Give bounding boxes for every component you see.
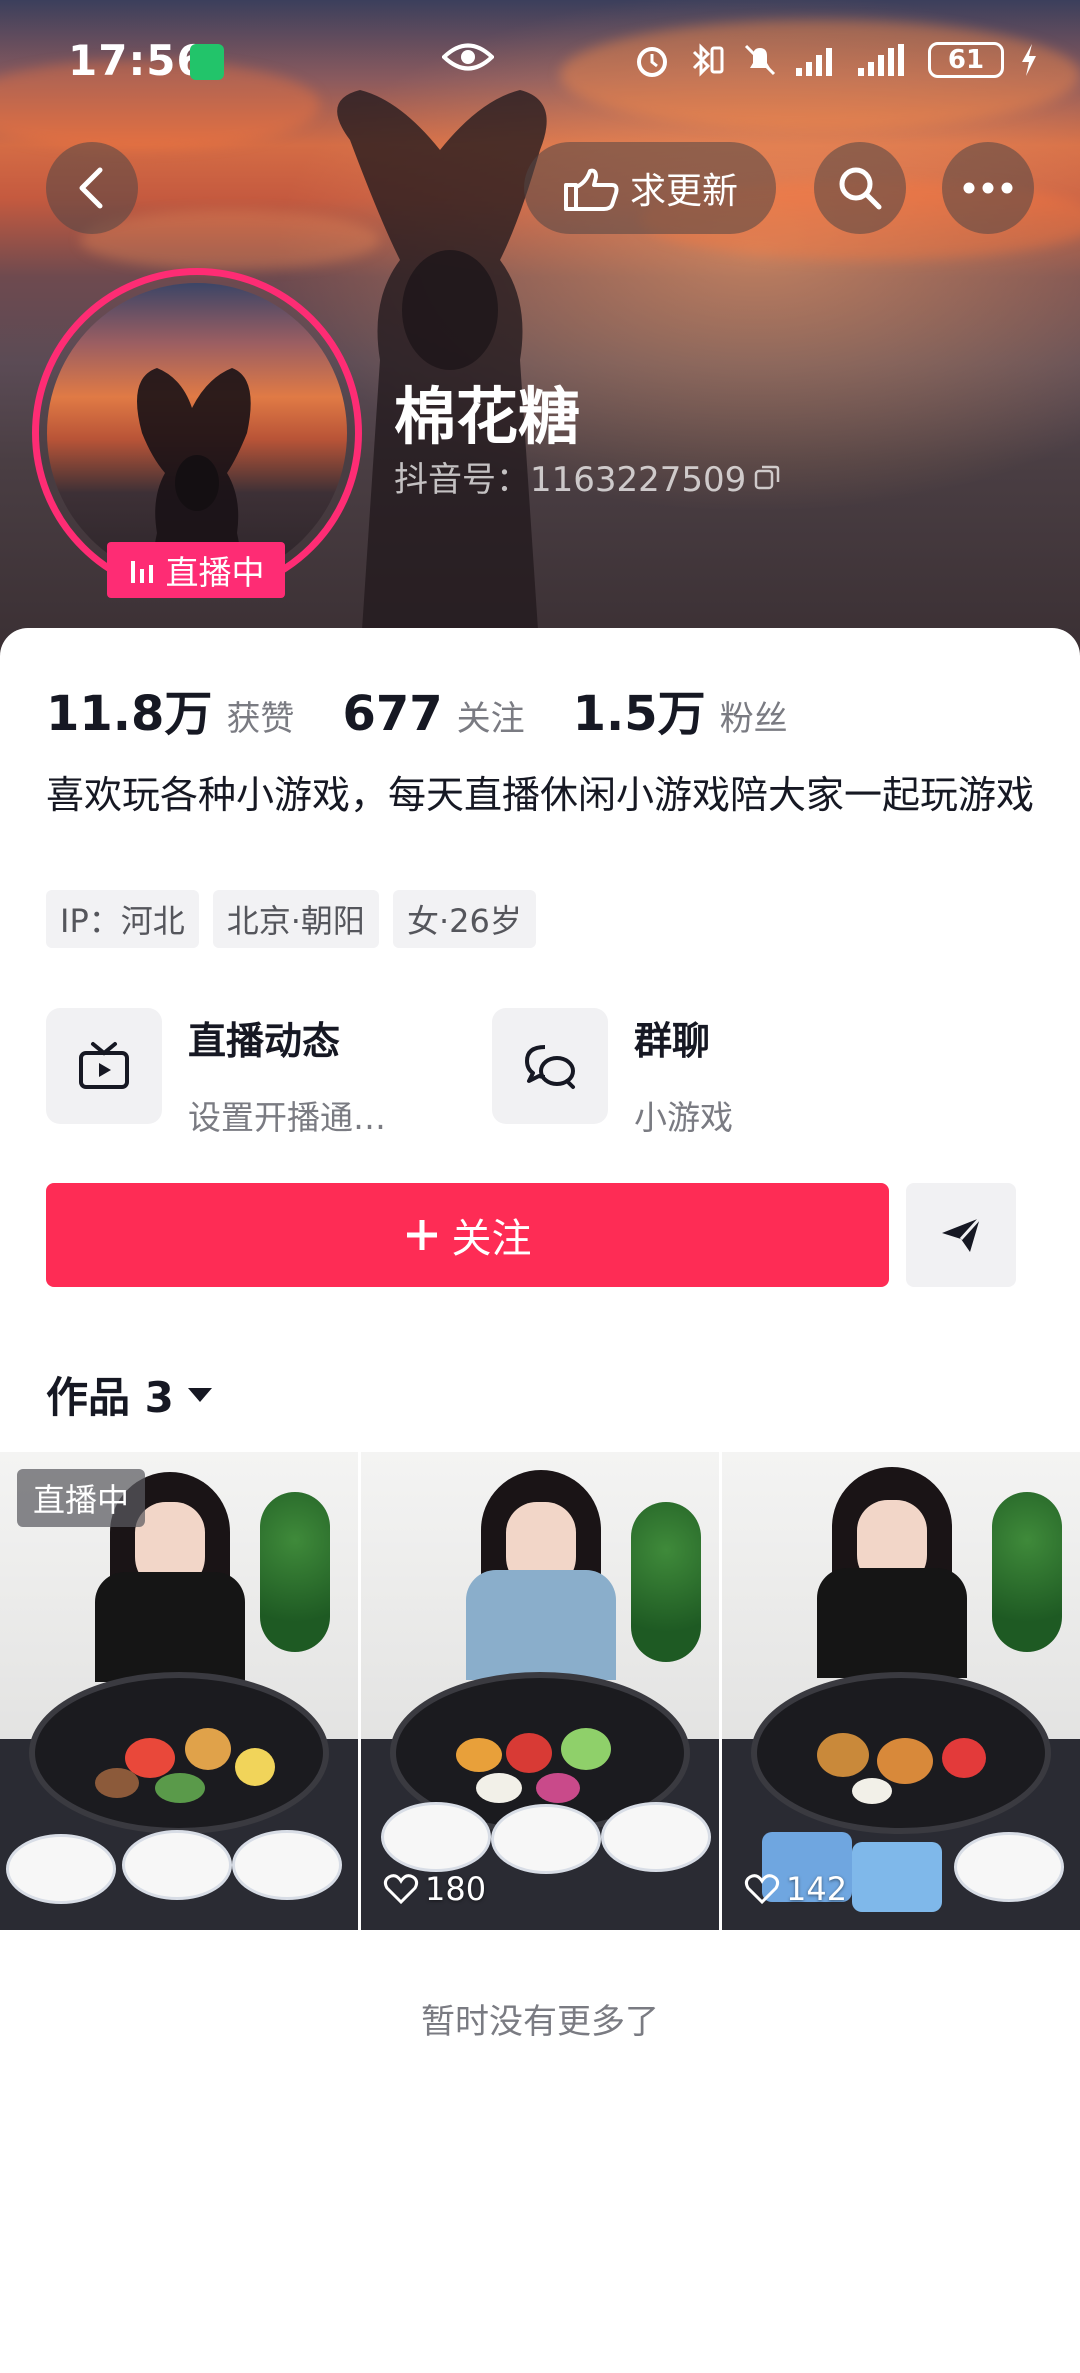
profile-bio: 喜欢玩各种小游戏，每天直播休闲小游戏陪大家一起玩游戏 (46, 773, 1035, 817)
search-icon (839, 167, 882, 210)
request-update-button[interactable]: 求更新 (524, 142, 776, 234)
charging-icon (1022, 44, 1036, 76)
thumb-plant (631, 1502, 701, 1662)
stat-likes[interactable]: 11.8万 获赞 (46, 674, 294, 744)
live-updates-title: 直播动态 (188, 1019, 341, 1063)
alarm-icon (637, 47, 667, 77)
live-updates-sub: 设置开播通… (188, 1098, 386, 1137)
douyin-id[interactable]: 抖音号：1163227509 (394, 452, 782, 501)
video-likes: 142 (744, 1870, 847, 1908)
group-chat-icon-box (492, 1008, 608, 1124)
stat-following-value: 677 (342, 686, 443, 742)
video-thumbnail[interactable]: 180 (361, 1452, 719, 1930)
bluetooth-vibrate-icon (692, 43, 724, 77)
works-grid: 直播中 180 142 (0, 1452, 1080, 1930)
video-thumbnail[interactable]: 直播中 (0, 1452, 358, 1930)
pointing-hand-icon (563, 168, 619, 211)
heart-icon (744, 1874, 780, 1905)
more-button[interactable] (942, 142, 1034, 234)
thumb-clothing (466, 1570, 616, 1680)
live-badge[interactable]: 直播中 (107, 542, 285, 598)
username: 棉花糖 (394, 380, 581, 453)
stat-likes-value: 11.8万 (46, 686, 213, 742)
profile-stats: 11.8万 获赞 677 关注 1.5万 粉丝 (46, 674, 836, 744)
works-tab[interactable]: 作品 3 (46, 1364, 214, 1425)
profile-tags: IP：河北 北京·朝阳 女·26岁 (46, 890, 536, 948)
video-likes-count: 142 (786, 1870, 848, 1908)
live-bars-icon (130, 561, 153, 583)
thumb-wok (750, 1671, 1052, 1835)
tag-ip: IP：河北 (46, 890, 199, 948)
caret-down-icon (187, 1387, 212, 1402)
thumb-clothing (817, 1568, 967, 1678)
video-thumbnail[interactable]: 142 (722, 1452, 1080, 1930)
signal-icon (796, 48, 832, 76)
signal-icon-2 (858, 44, 904, 76)
status-time: 17:56 (68, 36, 207, 85)
video-live-badge: 直播中 (17, 1469, 146, 1527)
battery-indicator: 61 (928, 42, 1004, 78)
stat-followers-value: 1.5万 (572, 686, 706, 742)
video-likes: 180 (383, 1870, 486, 1908)
stat-followers-label: 粉丝 (719, 699, 788, 739)
stat-following-label: 关注 (456, 699, 525, 739)
heart-icon (383, 1874, 419, 1905)
works-title: 作品 3 (46, 1373, 174, 1422)
thumb-plant (260, 1492, 330, 1652)
follow-label: 关注 (451, 1216, 532, 1262)
stat-likes-label: 获赞 (226, 699, 295, 739)
eye-icon (442, 43, 494, 71)
request-update-label: 求更新 (629, 171, 738, 212)
follow-button[interactable]: 关注 (46, 1183, 889, 1287)
paper-plane-icon (942, 1216, 982, 1252)
status-bar: 17:56 61 (0, 0, 1080, 120)
group-chat-sub: 小游戏 (634, 1098, 733, 1137)
chat-bubbles-icon (525, 1045, 575, 1089)
battery-level: 61 (947, 45, 985, 75)
stat-followers[interactable]: 1.5万 粉丝 (573, 674, 788, 744)
tv-icon (79, 1042, 129, 1089)
search-button[interactable] (814, 142, 906, 234)
thumb-clothing (95, 1572, 245, 1682)
thumb-plant (992, 1492, 1062, 1652)
chevron-left-icon (79, 167, 103, 209)
hourglass-icon (190, 44, 224, 80)
copy-icon[interactable] (752, 462, 782, 492)
douyin-id-text: 抖音号：1163227509 (394, 460, 747, 500)
tag-location[interactable]: 北京·朝阳 (212, 890, 379, 948)
avatar-silhouette (137, 368, 251, 583)
video-likes-count: 180 (425, 1870, 487, 1908)
plus-icon (406, 1220, 437, 1250)
send-message-button[interactable] (906, 1183, 1016, 1287)
tag-gender-age: 女·26岁 (392, 890, 536, 948)
thumb-snack-bag (852, 1842, 942, 1912)
group-chat-entry[interactable]: 群聊 小游戏 (492, 1008, 733, 1139)
avatar-image (47, 283, 347, 583)
stat-following[interactable]: 677 关注 (342, 686, 524, 742)
more-dots-icon (963, 182, 1013, 194)
live-badge-label: 直播中 (165, 553, 265, 592)
no-more-text: 暂时没有更多了 (421, 2002, 659, 2042)
group-chat-title: 群聊 (634, 1019, 711, 1063)
live-updates-icon-box (46, 1008, 162, 1124)
back-button[interactable] (46, 142, 138, 234)
live-updates-entry[interactable]: 直播动态 设置开播通… (46, 1008, 386, 1139)
mute-icon (744, 44, 776, 76)
thumb-wok (28, 1671, 330, 1835)
